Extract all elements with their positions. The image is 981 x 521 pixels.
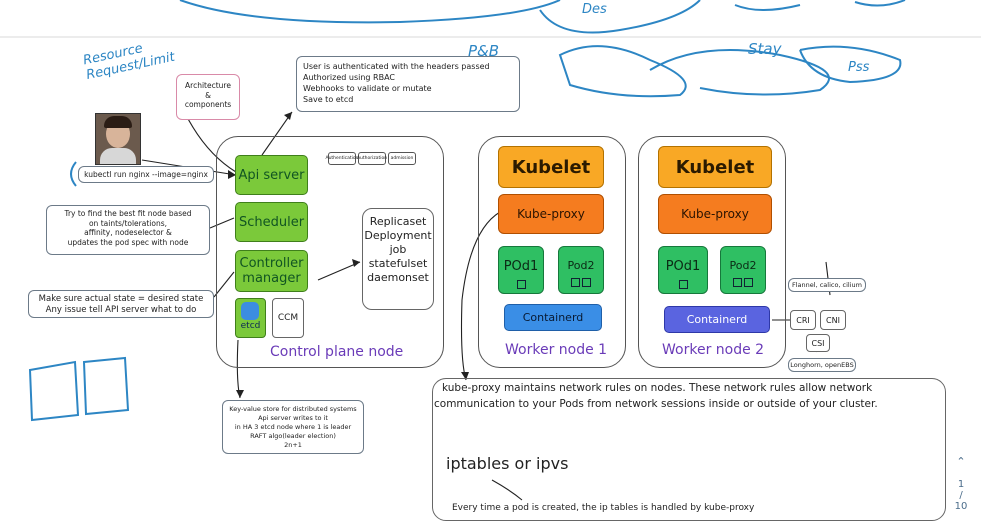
scheduler-line-3: affinity, nodeselector &: [84, 228, 172, 237]
page-current: 1: [957, 479, 965, 490]
controller-statefulset: statefulset: [368, 257, 428, 270]
cni-plugins-note: Flannel, calico, cilium: [788, 278, 866, 292]
scheduler-note: Try to find the best fit node based on t…: [46, 205, 210, 255]
worker1-kubelet[interactable]: Kubelet: [498, 146, 604, 188]
ccm-box[interactable]: CCM: [272, 298, 304, 338]
worker1-pod1[interactable]: POd1: [498, 246, 544, 294]
worker2-pod1[interactable]: POd1: [658, 246, 708, 294]
api-server-box[interactable]: Api server: [235, 155, 308, 195]
cri-box[interactable]: CRI: [790, 310, 816, 330]
scheduler-line-1: Try to find the best fit node based: [64, 209, 192, 218]
architecture-label: Architecture & components: [176, 74, 240, 120]
scheduler-line-2: on taints/tolerations,: [88, 218, 168, 228]
container-icon: [678, 280, 688, 289]
auth-line-1: User is authenticated with the headers p…: [303, 62, 490, 71]
controller-daemonset: daemonset: [367, 271, 429, 284]
csi-box[interactable]: CSI: [806, 334, 830, 352]
page-separator: /: [959, 490, 963, 501]
kube-proxy-note-line-2: communication to your Pods from network …: [434, 398, 878, 410]
etcd-note: Key-value store for distributed systems …: [222, 400, 364, 454]
controller-manager-line-2: manager: [242, 271, 301, 286]
iptables-heading: iptables or ipvs: [446, 454, 569, 473]
worker1-pod2[interactable]: Pod2: [558, 246, 604, 294]
scheduler-line-4: updates the pod spec with node: [67, 237, 189, 247]
pager: ⌃ 1 / 10: [950, 456, 972, 512]
controller-replicaset: Replicaset: [369, 215, 427, 228]
etcd-icon: [241, 302, 259, 320]
chevron-up-icon[interactable]: ⌃: [950, 456, 972, 467]
worker2-pod2[interactable]: Pod2: [720, 246, 766, 294]
controller-manager-box[interactable]: Controller manager: [235, 250, 308, 292]
container-icon: [582, 278, 591, 287]
controller-manager-line-1: Controller: [239, 256, 304, 271]
cni-box[interactable]: CNI: [820, 310, 846, 330]
kube-proxy-note-line-1: kube-proxy maintains network rules on no…: [442, 382, 873, 394]
worker2-label: Worker node 2: [662, 342, 765, 358]
worker1-pod1-label: POd1: [503, 259, 539, 274]
container-icon: [733, 278, 742, 287]
worker2-kubelet[interactable]: Kubelet: [658, 146, 772, 188]
architecture-line-1: Architecture: [185, 81, 231, 90]
auth-line-3: Webhooks to validate or mutate: [303, 84, 432, 93]
etcd-line-2: Api server writes to it: [258, 414, 328, 422]
controller-deployment: Deployment: [364, 229, 432, 242]
container-icon: [516, 280, 526, 289]
container-icon: [744, 278, 753, 287]
controller-job: job: [389, 243, 407, 256]
controller-line-2: Any issue tell API server what to do: [45, 305, 197, 315]
worker2-kube-proxy[interactable]: Kube-proxy: [658, 194, 772, 234]
authentication-box: Authentication: [325, 152, 359, 165]
admission-box: admission: [388, 152, 416, 165]
etcd-line-1: Key-value store for distributed systems: [229, 405, 357, 413]
control-plane-label: Control plane node: [270, 344, 404, 360]
auth-line-2: Authorized using RBAC: [303, 73, 396, 82]
etcd-line-3: in HA 3 etcd node where 1 is leader: [234, 423, 352, 431]
csi-plugins-note: Longhorn, openEBS: [788, 358, 856, 372]
scheduler-box[interactable]: Scheduler: [235, 202, 308, 242]
worker2-containerd[interactable]: Containerd: [664, 306, 770, 333]
architecture-line-2: &: [205, 90, 211, 100]
authorization-box: Authorization: [357, 152, 387, 165]
etcd-box[interactable]: etcd: [235, 298, 266, 338]
auth-line-4: Save to etcd: [303, 95, 354, 104]
avatar: [95, 113, 141, 165]
architecture-line-3: components: [184, 100, 232, 109]
kubectl-command: kubectl run nginx --image=nginx: [78, 166, 214, 183]
worker2-pod1-label: POd1: [665, 259, 701, 274]
worker1-kube-proxy[interactable]: Kube-proxy: [498, 194, 604, 234]
controller-line-1: Make sure actual state = desired state: [38, 294, 204, 304]
controller-note: Make sure actual state = desired state A…: [28, 290, 214, 318]
worker2-pod2-label: Pod2: [729, 259, 757, 272]
etcd-label: etcd: [240, 321, 261, 331]
etcd-line-4: RAFT algo(leader election): [250, 432, 336, 440]
controllers-list: Replicaset Deployment job statefulset da…: [362, 208, 434, 310]
worker1-pod2-label: Pod2: [567, 259, 595, 272]
bracket-icon: [70, 161, 77, 187]
worker1-label: Worker node 1: [505, 342, 608, 358]
etcd-line-5: 2n+1: [284, 441, 302, 449]
container-icon: [571, 278, 580, 287]
user-auth-note: User is authenticated with the headers p…: [296, 56, 520, 112]
kube-proxy-footer: Every time a pod is created, the ip tabl…: [452, 503, 755, 513]
worker1-containerd[interactable]: Containerd: [504, 304, 602, 331]
page-total: 10: [954, 501, 968, 512]
